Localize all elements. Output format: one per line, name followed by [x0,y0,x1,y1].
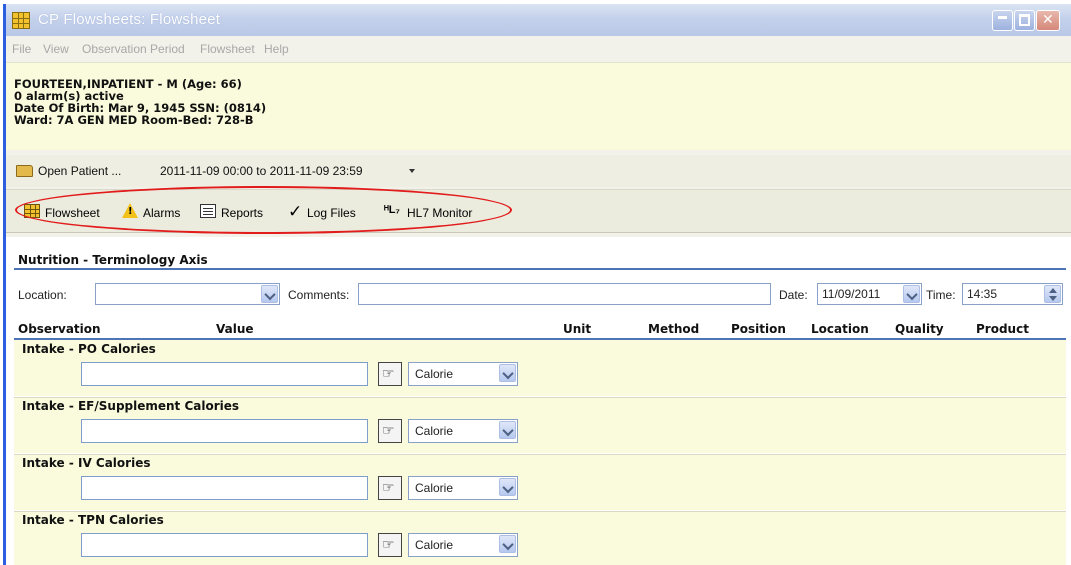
flowsheet-content: Nutrition - Terminology Axis Location: C… [6,237,1071,565]
observation-name: Intake - TPN Calories [22,513,164,527]
observation-name: Intake - EF/Supplement Calories [22,399,240,413]
chevron-down-icon[interactable] [261,285,278,303]
chevron-down-icon[interactable] [499,535,516,553]
hand-pointer-button[interactable]: ☞ [378,533,402,557]
unit-select[interactable]: Calorie [408,362,518,386]
observation-name: Intake - IV Calories [22,456,151,470]
menu-flowsheet[interactable]: Flowsheet [200,42,255,56]
checkmark-icon: ✓ [288,202,303,221]
observation-value-input[interactable] [81,533,368,557]
patient-ward: Ward: 7A GEN MED Room-Bed: 728-B [14,113,254,127]
column-value: Value [216,322,254,336]
observation-value-input[interactable] [81,419,368,443]
hl7-icon: ᴴL₇ [384,204,400,216]
observation-name: Intake - PO Calories [22,342,156,356]
observation-period-selector[interactable]: 2011-11-09 00:00 to 2011-11-09 23:59 [160,164,363,178]
column-observation: Observation [18,322,101,336]
flowsheet-button[interactable]: Flowsheet [45,206,100,220]
observation-row: Intake - PO Calories ☞ Calorie [14,340,1066,396]
close-icon: ✕ [1042,12,1054,28]
hand-pointer-icon: ☞ [382,423,395,439]
open-patient-button[interactable]: Open Patient ... [38,164,121,178]
hand-pointer-icon: ☞ [382,480,395,496]
observation-value-input[interactable] [81,362,368,386]
close-button[interactable]: ✕ [1036,10,1060,31]
hand-pointer-button[interactable]: ☞ [378,362,402,386]
observation-value-input[interactable] [81,476,368,500]
hand-pointer-button[interactable]: ☞ [378,476,402,500]
main-toolbar: Flowsheet ! Alarms Reports ✓ Log Files ᴴ… [6,189,1071,233]
column-unit: Unit [563,322,592,336]
flowsheet-window: CP Flowsheets: Flowsheet ✕ File View Obs… [3,4,1071,565]
unit-select[interactable]: Calorie [408,533,518,557]
date-picker[interactable]: 11/09/2011 [817,283,922,305]
comments-input[interactable] [358,283,771,305]
time-spinner[interactable]: 14:35 [962,283,1063,305]
title-bar[interactable]: CP Flowsheets: Flowsheet ✕ [6,4,1071,36]
location-label: Location: [18,288,67,302]
column-position: Position [731,322,786,336]
folder-icon[interactable] [16,165,33,177]
menu-bar: File View Observation Period Flowsheet H… [6,36,1071,62]
patient-header: FOURTEEN,INPATIENT - M (Age: 66) 0 alarm… [6,62,1071,150]
chevron-down-icon[interactable] [499,421,516,439]
column-method: Method [648,322,700,336]
column-location: Location [811,322,869,336]
open-patient-bar: Open Patient ... 2011-11-09 00:00 to 201… [6,155,1071,187]
flowsheet-grid-icon [24,204,40,218]
minimize-button[interactable] [992,10,1013,31]
menu-help[interactable]: Help [264,42,289,56]
warning-icon: ! [122,203,138,218]
log-files-button[interactable]: Log Files [307,206,356,220]
observation-row: Intake - TPN Calories ☞ Calorie [14,511,1066,565]
section-divider [14,268,1066,270]
flowsheet-app-icon [12,12,30,29]
chevron-down-icon[interactable] [499,478,516,496]
alarms-button[interactable]: Alarms [143,206,180,220]
unit-select[interactable]: Calorie [408,476,518,500]
menu-observation-period[interactable]: Observation Period [82,42,185,56]
comments-label: Comments: [288,288,350,302]
hl7-monitor-button[interactable]: HL7 Monitor [407,206,472,220]
section-title: Nutrition - Terminology Axis [18,253,208,267]
column-product: Product [976,322,1029,336]
hand-pointer-icon: ☞ [382,366,395,382]
menu-file[interactable]: File [12,42,31,56]
time-label: Time: [926,288,956,302]
chevron-down-icon[interactable] [409,169,415,173]
column-quality: Quality [895,322,944,336]
unit-select[interactable]: Calorie [408,419,518,443]
location-select[interactable] [95,283,280,305]
hand-pointer-icon: ☞ [382,537,395,553]
window-title: CP Flowsheets: Flowsheet [38,11,221,28]
menu-view[interactable]: View [43,42,69,56]
observation-row: Intake - IV Calories ☞ Calorie [14,454,1066,510]
spin-arrows-icon[interactable] [1044,285,1061,303]
reports-button[interactable]: Reports [221,206,263,220]
report-icon [200,204,216,218]
observation-row: Intake - EF/Supplement Calories ☞ Calori… [14,397,1066,453]
maximize-button[interactable] [1014,10,1035,31]
hand-pointer-button[interactable]: ☞ [378,419,402,443]
chevron-down-icon[interactable] [903,285,920,303]
date-label: Date: [779,288,808,302]
chevron-down-icon[interactable] [499,364,516,382]
